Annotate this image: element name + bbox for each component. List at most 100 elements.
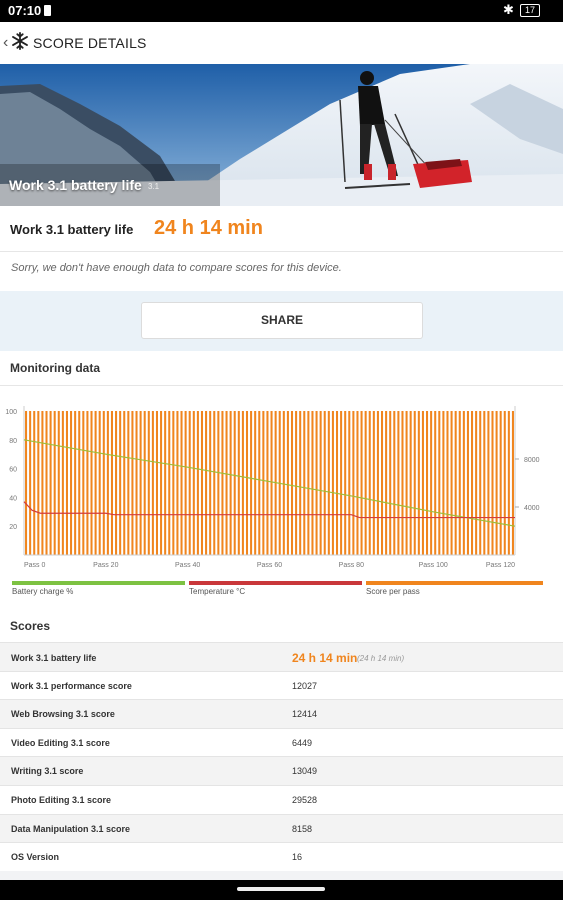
score-bar — [188, 411, 191, 555]
navigation-bar — [0, 880, 563, 900]
y-tick-label-left: 40 — [9, 495, 17, 502]
table-row: Photo Editing 3.1 score 29528 — [0, 784, 563, 814]
temperature-line — [23, 501, 515, 519]
score-bar — [98, 411, 101, 555]
row-value: 12027 — [292, 680, 318, 691]
score-bar — [123, 411, 126, 555]
score-bar — [307, 411, 310, 555]
table-row: Data Manipulation 3.1 score 8158 — [0, 813, 563, 843]
score-bar — [499, 411, 502, 555]
score-bar — [360, 411, 363, 555]
status-bar: 07:10 ✱ 17 — [0, 0, 563, 22]
row-label: Video Editing 3.1 score — [11, 737, 110, 748]
score-bar — [405, 411, 408, 555]
score-bar — [115, 411, 118, 555]
score-bar — [295, 411, 298, 555]
row-value: 16 — [292, 852, 303, 863]
score-bar — [250, 411, 253, 555]
row-value: 6449 — [292, 737, 313, 748]
score-bar — [57, 411, 60, 555]
score-bar — [385, 411, 388, 555]
score-bar — [368, 411, 371, 555]
score-bar — [364, 411, 367, 555]
result-value: 24 h 14 min — [154, 217, 263, 239]
score-bar — [110, 411, 113, 555]
result-card: Work 3.1 battery life 24 h 14 min Sorry,… — [0, 206, 563, 291]
score-bar — [184, 411, 187, 555]
score-bar — [438, 411, 441, 555]
x-tick-label: Pass 60 — [257, 562, 282, 569]
score-bar — [106, 411, 109, 555]
score-bar — [90, 411, 93, 555]
score-bar — [466, 411, 469, 555]
score-bar — [94, 411, 97, 555]
score-bar — [311, 411, 314, 555]
score-bar — [78, 411, 81, 555]
score-bar — [61, 411, 64, 555]
home-handle[interactable] — [237, 887, 325, 891]
score-bar — [303, 411, 306, 555]
score-bar — [65, 411, 68, 555]
score-bar — [196, 411, 199, 555]
table-row: Writing 3.1 score 13049 — [0, 756, 563, 785]
bluetooth-icon: ✱ — [503, 2, 514, 17]
score-bar — [495, 411, 498, 555]
score-bar — [258, 411, 261, 555]
score-bar — [70, 411, 73, 555]
score-bar — [421, 411, 424, 555]
score-bar — [221, 411, 224, 555]
share-button[interactable]: SHARE — [141, 302, 423, 339]
score-bar — [102, 411, 105, 555]
battery-icon: 17 — [520, 4, 540, 17]
score-bar — [205, 411, 208, 555]
score-bar — [450, 411, 453, 555]
score-bar — [41, 411, 44, 555]
score-bar — [155, 411, 159, 555]
score-bar — [168, 411, 171, 555]
score-bar — [37, 411, 40, 555]
score-bar — [143, 411, 146, 555]
table-row: Work 3.1 performance score 12027 — [0, 670, 563, 700]
score-bar — [442, 411, 445, 555]
score-bar — [151, 411, 154, 555]
result-name: Work 3.1 battery life — [10, 222, 134, 237]
y-tick-label-left: 20 — [9, 524, 17, 531]
y-tick-label-right: 4000 — [524, 505, 540, 512]
score-bar — [245, 411, 249, 555]
legend-bar-score — [366, 581, 543, 585]
divider — [0, 251, 563, 252]
table-row: Work 3.1 battery life 24 h 14 min (24 h … — [0, 642, 563, 671]
score-bar — [53, 411, 56, 555]
score-bar — [413, 411, 416, 555]
row-value: 12414 — [292, 709, 318, 720]
score-bar — [434, 411, 437, 555]
score-bar — [131, 411, 134, 555]
score-bar — [348, 411, 351, 555]
y-tick-label-left: 100 — [5, 409, 17, 416]
table-row: Web Browsing 3.1 score 12414 — [0, 699, 563, 728]
app-bar: ‹ SCORE DETAILS — [0, 22, 563, 64]
score-bar — [119, 411, 122, 555]
score-bar — [86, 411, 89, 555]
score-bar — [511, 411, 514, 555]
y-tick-label-right: 8000 — [524, 457, 540, 464]
score-bar — [160, 411, 163, 555]
score-bar — [233, 411, 236, 555]
score-bar — [315, 411, 318, 555]
score-bar — [135, 411, 138, 555]
score-bar — [164, 411, 167, 555]
score-bar — [290, 411, 294, 555]
back-icon[interactable]: ‹ — [3, 34, 8, 52]
x-tick-label: Pass 120 — [486, 562, 515, 569]
score-bar — [327, 411, 330, 555]
score-bar — [446, 411, 449, 555]
row-label: OS Version — [11, 852, 60, 863]
score-bar — [262, 411, 265, 555]
snowflake-icon[interactable] — [11, 32, 29, 50]
table-row: Video Editing 3.1 score 6449 — [0, 727, 563, 757]
row-label: Web Browsing 3.1 score — [11, 709, 115, 720]
score-bar — [33, 411, 36, 555]
score-bar — [266, 411, 269, 555]
score-bar — [139, 411, 142, 555]
score-bar — [147, 411, 150, 555]
